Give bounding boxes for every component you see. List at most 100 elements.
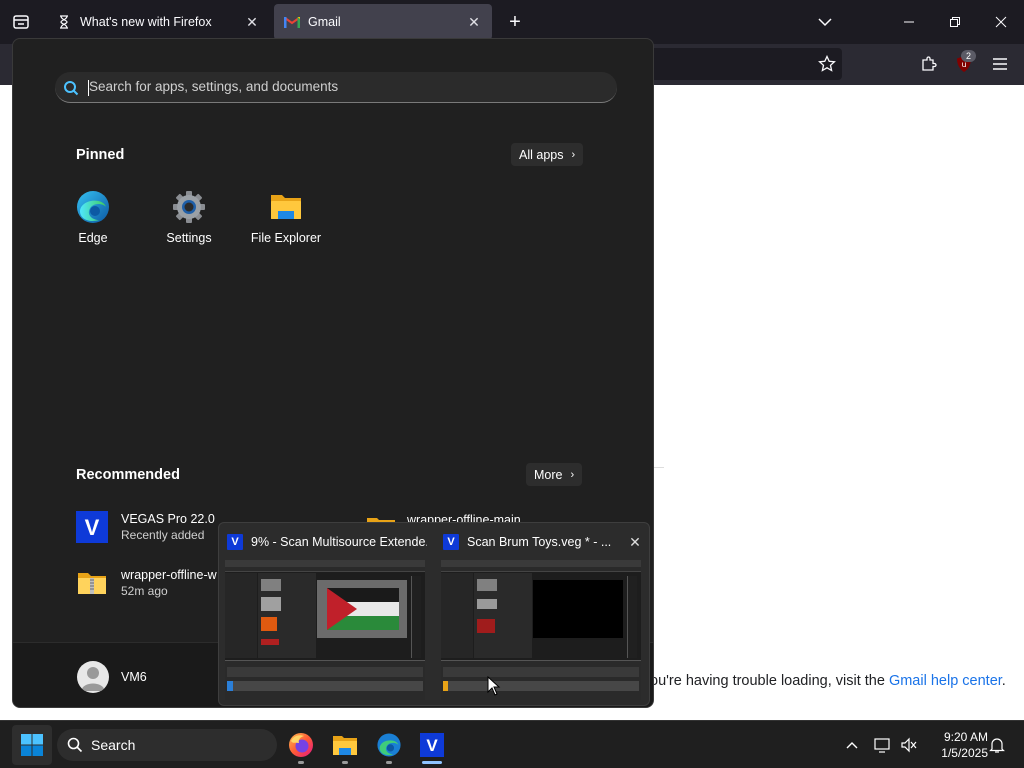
- star-icon: [818, 55, 836, 72]
- ublock-count-badge: 2: [961, 50, 976, 62]
- svg-text:V: V: [85, 515, 100, 540]
- recommended-item-name: VEGAS Pro 22.0: [121, 512, 215, 526]
- vegas-window-thumbnails: V 9% - Scan Multisource Extende... V Sca…: [218, 522, 650, 706]
- search-icon: [64, 81, 79, 96]
- all-apps-label: All apps: [519, 147, 564, 162]
- more-button[interactable]: More ›: [526, 463, 583, 486]
- recommended-item-subtitle: 52m ago: [121, 584, 168, 598]
- running-indicator: [298, 761, 304, 764]
- help-text: ou're having trouble loading, visit the: [650, 673, 889, 689]
- recommended-item-subtitle: Recently added: [121, 528, 205, 542]
- network-status-button[interactable]: [869, 725, 897, 765]
- minimize-button[interactable]: [886, 0, 932, 44]
- thumbnail-preview: [225, 560, 425, 700]
- tab-label: What's new with Firefox: [80, 15, 212, 29]
- recommended-heading: Recommended: [76, 467, 180, 483]
- chevron-up-icon: [846, 742, 858, 749]
- start-button[interactable]: [12, 725, 52, 765]
- gmail-icon: [284, 14, 300, 30]
- close-tab-icon[interactable]: ✕: [244, 14, 260, 30]
- hamburger-menu-icon: [993, 58, 1007, 70]
- close-tab-icon[interactable]: ✕: [466, 14, 482, 30]
- taskbar-search-box[interactable]: Search: [57, 729, 277, 761]
- user-icon: [81, 667, 105, 691]
- thumbnail-title: 9% - Scan Multisource Extende...: [251, 535, 427, 549]
- help-text-end: .: [1001, 673, 1006, 689]
- user-name: VM6: [121, 670, 147, 684]
- edge-icon: [75, 189, 111, 225]
- close-window-icon[interactable]: ✕: [627, 534, 643, 551]
- folder-icon: [268, 189, 304, 225]
- clock-time: 9:20 AM: [943, 730, 988, 744]
- minimize-icon: [904, 21, 914, 23]
- url-bar[interactable]: [640, 48, 842, 80]
- show-hidden-icons-button[interactable]: [838, 725, 866, 765]
- thumbnail-window-2[interactable]: V Scan Brum Toys.veg * - ... ✕: [435, 523, 651, 707]
- pinned-app-file-explorer[interactable]: File Explorer: [241, 189, 331, 245]
- svg-text:V: V: [426, 736, 438, 755]
- pinned-app-label: Edge: [78, 231, 108, 245]
- pinned-app-edge[interactable]: Edge: [48, 189, 138, 245]
- vegas-icon: V: [420, 733, 444, 757]
- close-window-button[interactable]: [978, 0, 1024, 44]
- mouse-cursor-icon: [487, 676, 501, 696]
- new-tab-button[interactable]: +: [504, 10, 526, 34]
- clock[interactable]: 9:20 AM 1/5/2025: [926, 729, 988, 761]
- pinned-heading: Pinned: [76, 147, 125, 163]
- extensions-button[interactable]: [917, 52, 941, 76]
- volume-button[interactable]: [895, 725, 923, 765]
- plus-icon: +: [509, 10, 521, 33]
- taskbar: Search V 9:20 AM 1/5/2025: [0, 720, 1024, 768]
- puzzle-icon: [922, 56, 937, 71]
- windows-logo-icon: [21, 734, 43, 756]
- restore-button[interactable]: [932, 0, 978, 44]
- restore-icon: [950, 17, 960, 27]
- running-indicator: [342, 761, 348, 764]
- gmail-help-center-link[interactable]: Gmail help center: [889, 673, 1002, 689]
- notifications-button[interactable]: [983, 725, 1011, 765]
- running-indicator: [386, 761, 392, 764]
- vegas-icon: V: [227, 534, 243, 550]
- thumbnail-window-1[interactable]: V 9% - Scan Multisource Extende...: [219, 523, 435, 707]
- taskbar-app-file-explorer[interactable]: [325, 725, 365, 765]
- vegas-icon: V: [76, 511, 108, 543]
- window-controls: [886, 0, 1024, 44]
- recommended-item-vegas[interactable]: V VEGAS Pro 22.0 Recently added: [76, 511, 215, 543]
- pinned-app-settings[interactable]: Settings: [144, 189, 234, 245]
- taskbar-app-vegas[interactable]: V: [412, 725, 452, 765]
- running-indicator: [422, 761, 442, 764]
- bookmark-star-button[interactable]: [815, 52, 839, 76]
- pinned-app-label: Settings: [166, 231, 212, 245]
- app-menu-button[interactable]: [988, 52, 1012, 76]
- thumbnail-title: Scan Brum Toys.veg * - ...: [467, 535, 612, 549]
- vegas-icon: V: [443, 534, 459, 550]
- firefox-view-icon: [13, 15, 29, 29]
- taskbar-app-edge[interactable]: [369, 725, 409, 765]
- file-explorer-icon: [333, 736, 357, 755]
- speaker-muted-icon: [901, 737, 917, 753]
- list-all-tabs-button[interactable]: [812, 10, 838, 34]
- tab-gmail[interactable]: Gmail ✕: [274, 4, 492, 40]
- firefox-icon: [289, 733, 313, 757]
- edge-icon: [377, 733, 401, 757]
- clock-date: 1/5/2025: [941, 746, 988, 760]
- more-label: More: [534, 467, 563, 482]
- start-search-input[interactable]: Search for apps, settings, and documents: [55, 72, 617, 103]
- taskbar-app-firefox[interactable]: [281, 725, 321, 765]
- pinned-app-label: File Explorer: [250, 231, 322, 245]
- tab-label: Gmail: [308, 15, 341, 29]
- firefox-hourglass-icon: [56, 14, 72, 30]
- taskbar-search-label: Search: [91, 737, 136, 753]
- chevron-right-icon: ›: [570, 468, 575, 481]
- network-ethernet-icon: [874, 738, 890, 753]
- all-apps-button[interactable]: All apps ›: [511, 143, 584, 166]
- loading-help-text: ou're having trouble loading, visit the …: [650, 673, 1006, 689]
- thumbnail-preview: [441, 560, 641, 700]
- recommended-item-wrapper[interactable]: wrapper-offline-w 52m ago: [76, 567, 217, 599]
- tab-whats-new[interactable]: What's new with Firefox ✕: [46, 4, 270, 40]
- user-avatar[interactable]: [77, 661, 109, 693]
- close-icon: [995, 16, 1007, 28]
- settings-gear-icon: [171, 189, 207, 225]
- chevron-right-icon: ›: [571, 148, 576, 161]
- search-placeholder: Search for apps, settings, and documents: [89, 79, 339, 94]
